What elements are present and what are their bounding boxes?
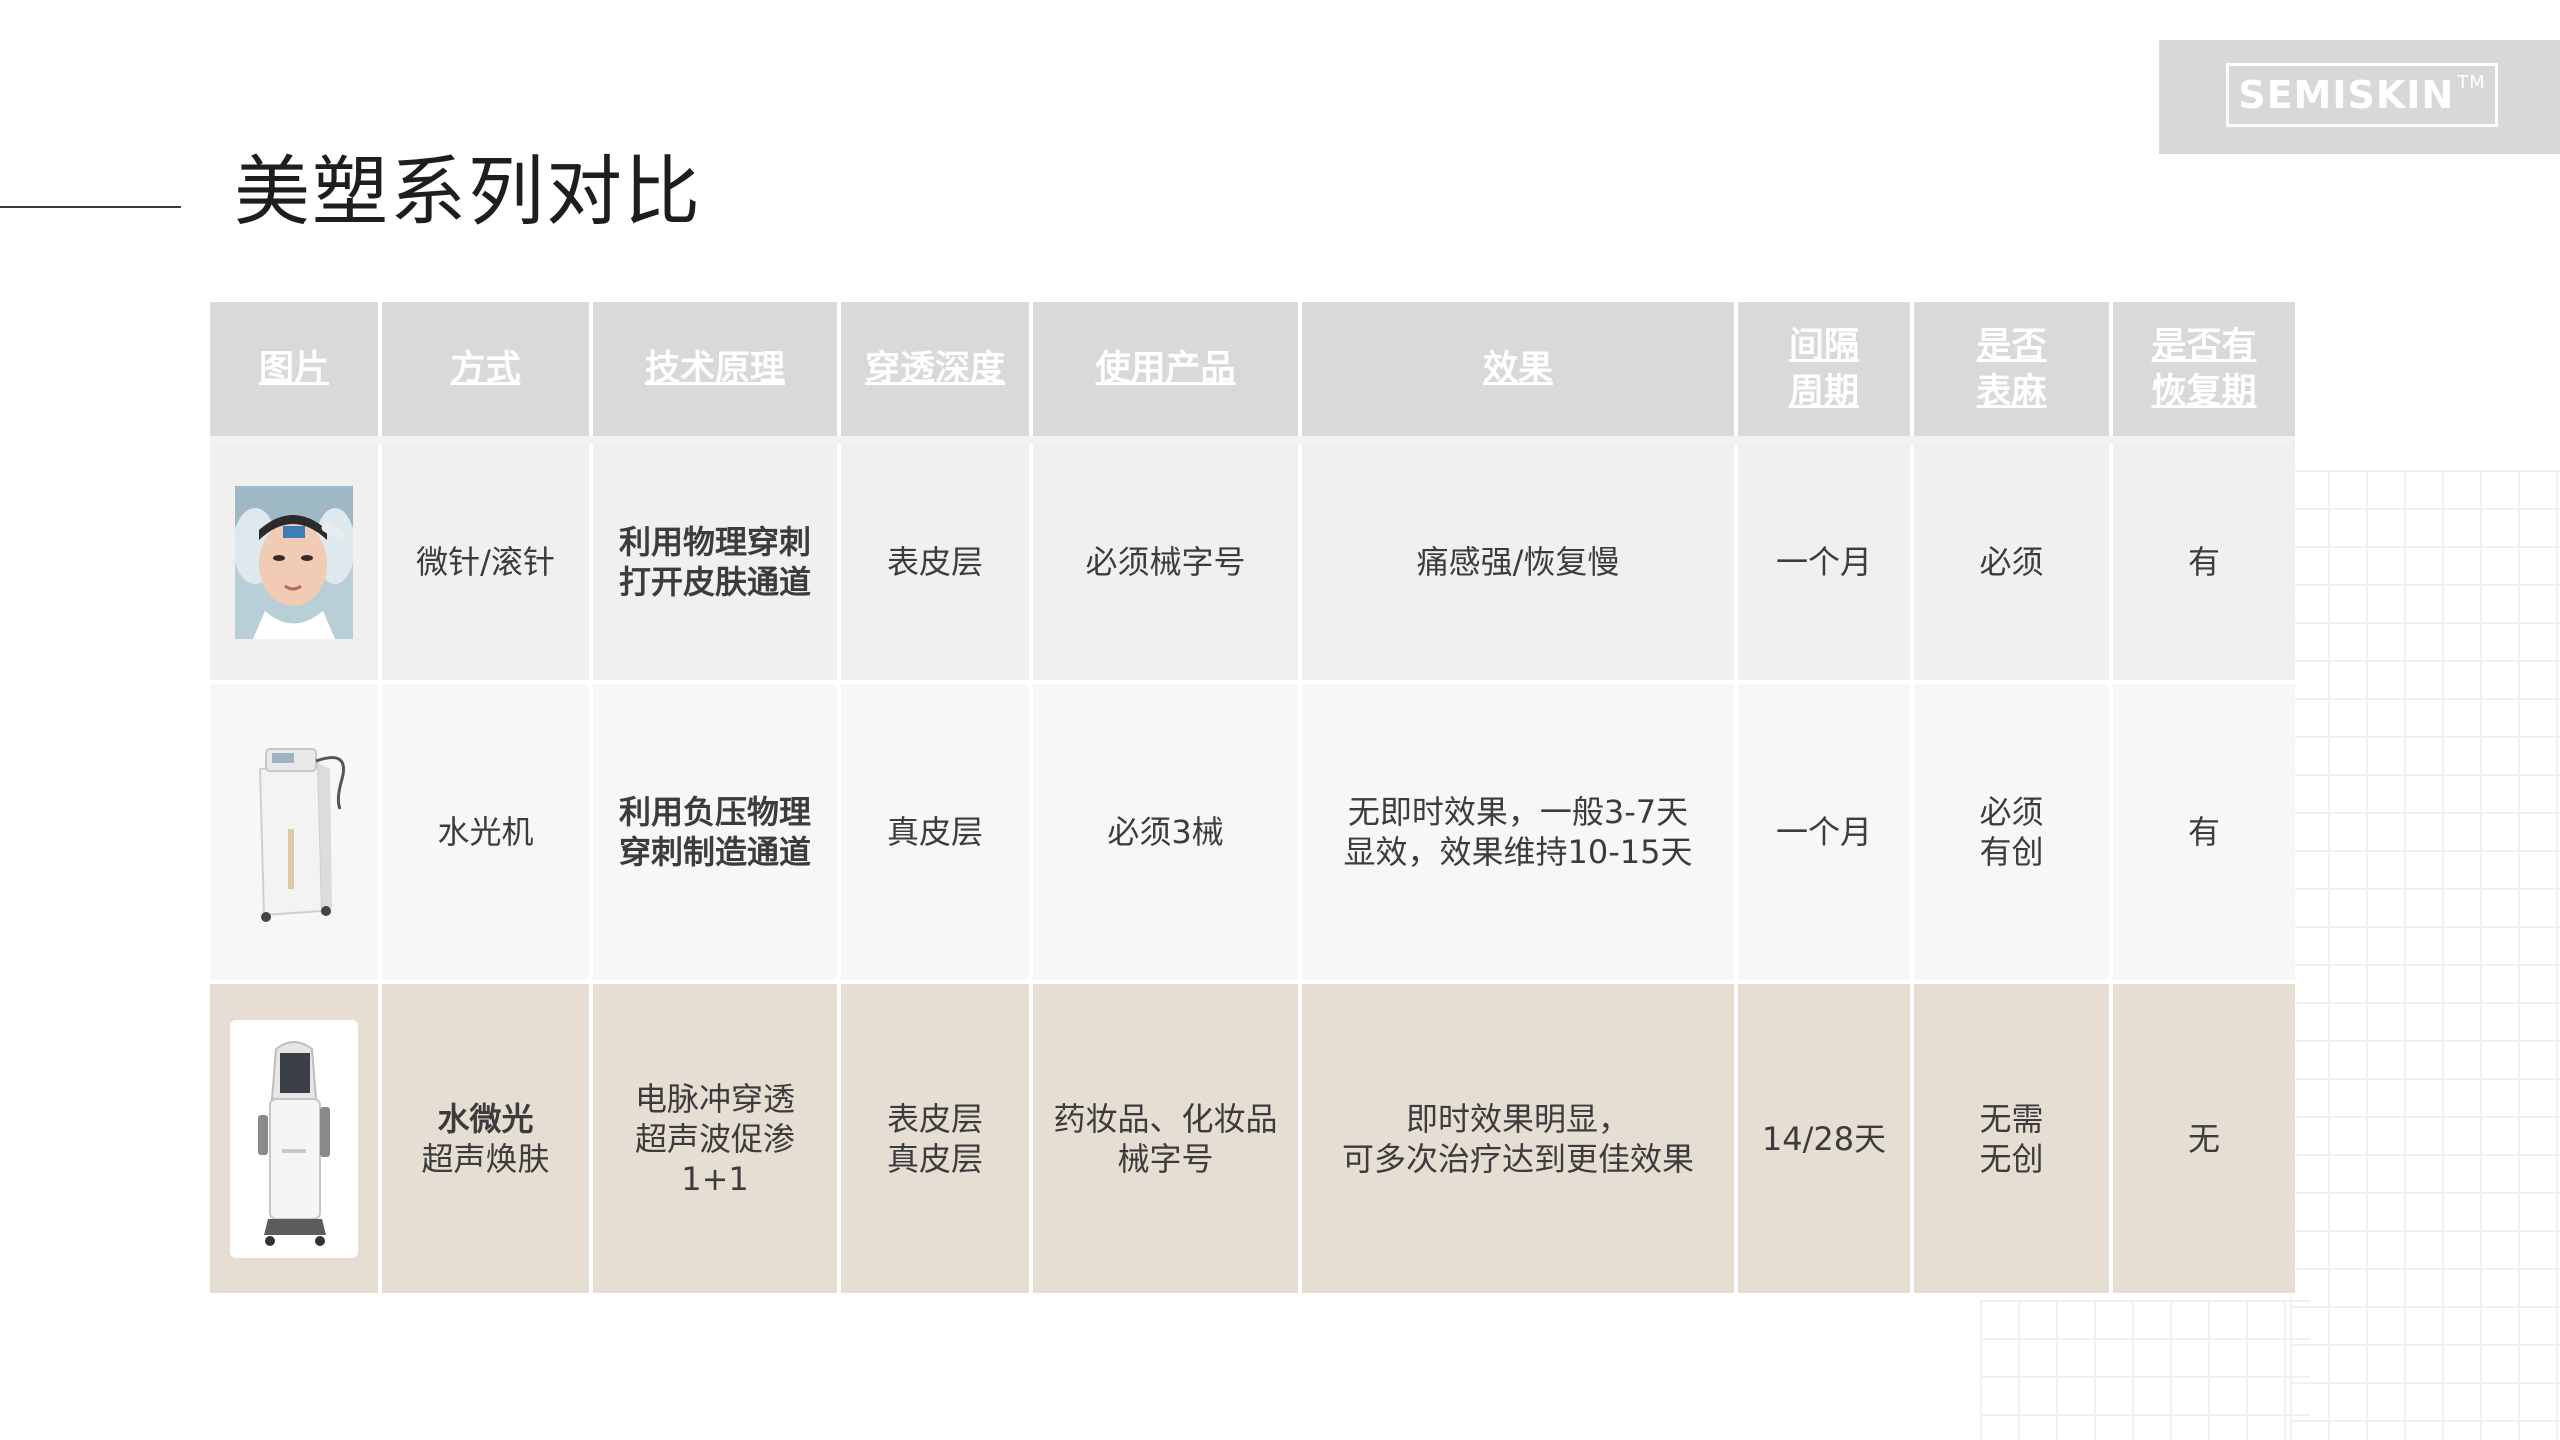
header-recovery: 是否有 恢复期 [2111, 302, 2295, 444]
face-treatment-photo-icon [235, 485, 353, 639]
header-method: 方式 [380, 302, 593, 444]
principle-line2: 打开皮肤通道 [618, 563, 811, 601]
effect-line1: 即时效果明显， [1405, 1099, 1630, 1138]
cell-method: 水光机 [380, 682, 593, 984]
product-line1: 药妆品、化妆品 [1053, 1099, 1278, 1138]
effect-line1: 无即时效果，一般3-7天 [1347, 793, 1689, 831]
principle-line3: 1+1 [681, 1159, 749, 1198]
cell-principle: 利用负压物理 穿刺制造通道 [591, 682, 841, 984]
cell-interval: 一个月 [1736, 440, 1914, 684]
cell-interval: 14/28天 [1736, 982, 1914, 1297]
cell-product: 药妆品、化妆品 械字号 [1031, 982, 1302, 1297]
cell-image [210, 682, 382, 984]
method-line1: 水微光 [437, 1099, 534, 1138]
logo-badge: SEMISKIN TM [2159, 40, 2560, 154]
principle-line2: 超声波促渗 [634, 1119, 795, 1158]
cell-depth: 表皮层 真皮层 [839, 982, 1033, 1297]
cell-anesthesia: 无需 无创 [1912, 982, 2113, 1297]
principle-line1: 电脉冲穿透 [634, 1079, 795, 1118]
cell-depth: 表皮层 [839, 440, 1033, 684]
cell-recovery: 无 [2111, 982, 2295, 1297]
cell-recovery: 有 [2111, 682, 2295, 984]
principle-line2: 穿刺制造通道 [618, 833, 811, 871]
depth-line2: 真皮层 [886, 1139, 983, 1178]
cell-product: 必须械字号 [1031, 440, 1302, 684]
depth-line1: 表皮层 [886, 1099, 983, 1138]
header-recovery-line1: 是否有 [2151, 326, 2257, 366]
header-effect: 效果 [1300, 302, 1738, 444]
comparison-table: 图片 方式 技术原理 穿透深度 使用产品 效果 间隔 周期 是否 表麻 是否有 恢复期 [210, 302, 2295, 1297]
anesthesia-line2: 有创 [1979, 833, 2044, 871]
cell-principle: 电脉冲穿透 超声波促渗 1+1 [591, 982, 841, 1297]
semiskin-logo: SEMISKIN TM [2226, 63, 2498, 127]
cell-image [210, 440, 382, 684]
hydro-injector-machine-icon [258, 748, 345, 922]
header-interval-line2: 周期 [1788, 372, 1859, 412]
effect-line2: 可多次治疗达到更佳效果 [1341, 1139, 1694, 1178]
page-title: 美塑系列对比 [234, 147, 702, 236]
title-rule [0, 206, 181, 208]
header-anesthesia-line2: 表麻 [1976, 372, 2047, 412]
logo-text: SEMISKIN [2238, 73, 2455, 117]
cell-method: 水微光 超声焕肤 [380, 982, 593, 1297]
cell-anesthesia: 必须 [1912, 440, 2113, 684]
cell-interval: 一个月 [1736, 682, 1914, 984]
principle-line1: 利用负压物理 [618, 793, 811, 831]
principle-line1: 利用物理穿刺 [618, 523, 811, 561]
header-principle: 技术原理 [591, 302, 841, 444]
header-interval-line1: 间隔 [1788, 326, 1859, 366]
cell-product: 必须3械 [1031, 682, 1302, 984]
anesthesia-line2: 无创 [1979, 1139, 2044, 1178]
cell-image [210, 982, 382, 1297]
ultrasonic-device-icon [258, 1040, 330, 1246]
cell-anesthesia: 必须 有创 [1912, 682, 2113, 984]
effect-line2: 显效，效果维持10-15天 [1343, 833, 1693, 871]
table-row: 微针/滚针 利用物理穿刺 打开皮肤通道 表皮层 必须械字号 痛感强/恢复慢 一个月… [210, 440, 2295, 684]
table-row-highlight: 水微光 超声焕肤 电脉冲穿透 超声波促渗 1+1 表皮层 真皮层 药妆品、化妆品 械字号 … [210, 982, 2295, 1297]
anesthesia-line1: 必须 [1979, 793, 2044, 831]
header-recovery-line2: 恢复期 [2151, 372, 2257, 412]
cell-effect: 痛感强/恢复慢 [1300, 440, 1738, 684]
header-depth: 穿透深度 [839, 302, 1033, 444]
background-grid [2290, 470, 2560, 1440]
method-line2: 超声焕肤 [421, 1139, 550, 1178]
header-interval: 间隔 周期 [1736, 302, 1914, 444]
table-row: 水光机 利用负压物理 穿刺制造通道 真皮层 必须3械 无即时效果，一般3-7天 显效… [210, 682, 2295, 984]
cell-principle: 利用物理穿刺 打开皮肤通道 [591, 440, 841, 684]
header-anesthesia: 是否 表麻 [1912, 302, 2113, 444]
table-header-row: 图片 方式 技术原理 穿透深度 使用产品 效果 间隔周期 是否表麻 是否有恢复期 [210, 302, 2295, 444]
header-anesthesia-line1: 是否 [1976, 326, 2047, 366]
cell-effect: 无即时效果，一般3-7天 显效，效果维持10-15天 [1300, 682, 1738, 984]
logo-trademark: TM [2457, 72, 2486, 93]
anesthesia-line1: 无需 [1979, 1099, 2044, 1138]
ultrasonic-device-frame [230, 1019, 358, 1258]
background-grid-bottom [1980, 1300, 2310, 1440]
cell-depth: 真皮层 [839, 682, 1033, 984]
cell-method: 微针/滚针 [380, 440, 593, 684]
cell-effect: 即时效果明显， 可多次治疗达到更佳效果 [1300, 982, 1738, 1297]
cell-recovery: 有 [2111, 440, 2295, 684]
header-image: 图片 [210, 302, 382, 444]
header-product: 使用产品 [1031, 302, 1302, 444]
product-line2: 械字号 [1117, 1139, 1214, 1178]
